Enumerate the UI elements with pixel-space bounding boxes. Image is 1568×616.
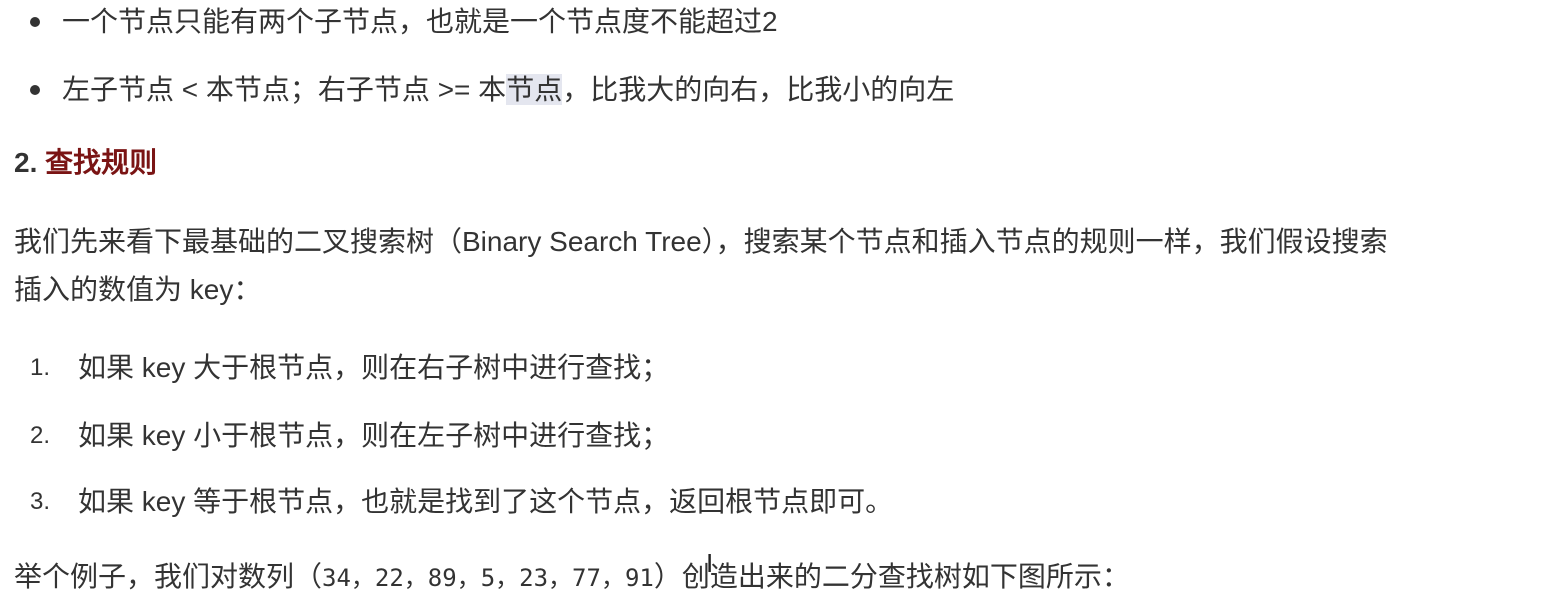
- heading-title: 查找规则: [45, 147, 158, 178]
- text-cursor-icon: I: [706, 548, 714, 578]
- bullet-dot: [30, 17, 40, 27]
- list-number: 2.: [30, 422, 51, 449]
- list-number: 1.: [30, 354, 51, 381]
- bullet-dot: [30, 85, 40, 95]
- list-text: 如果 key 大于根节点，则在右子树中进行查找；: [78, 352, 670, 383]
- text: ，比我大的向右，比我小的向左: [562, 74, 955, 105]
- bullet-text: 一个节点只能有两个子节点，也就是一个节点度不能超过2: [62, 6, 778, 37]
- example-text: 举个例子，我们对数列（34，22，89，5，23，77，91）创造出来的二分查找…: [14, 557, 1130, 598]
- text: 举个例子，我们对数列（: [14, 561, 323, 592]
- selected-text[interactable]: 节点: [506, 74, 563, 105]
- bullet-text: 左子节点 < 本节点；右子节点 >= 本节点，比我大的向右，比我小的向左: [62, 70, 954, 110]
- paragraph-line: 插入的数值为 key：: [14, 274, 262, 305]
- text: ）创造出来的二分查找树如下图所示：: [653, 561, 1130, 592]
- list-text: 如果 key 等于根节点，也就是找到了这个节点，返回根节点即可。: [78, 486, 894, 517]
- number-sequence: 34，22，89，5，23，77，91: [322, 564, 654, 592]
- heading-number: 2.: [14, 147, 38, 178]
- section-heading: 2. 查找规则: [14, 143, 157, 183]
- list-number: 3.: [30, 488, 51, 515]
- list-text: 如果 key 小于根节点，则在左子树中进行查找；: [78, 420, 670, 451]
- paragraph-line: 我们先来看下最基础的二叉搜索树（Binary Search Tree），搜索某个…: [14, 226, 1388, 257]
- text: 左子节点 < 本节点；右子节点 >= 本: [62, 74, 507, 105]
